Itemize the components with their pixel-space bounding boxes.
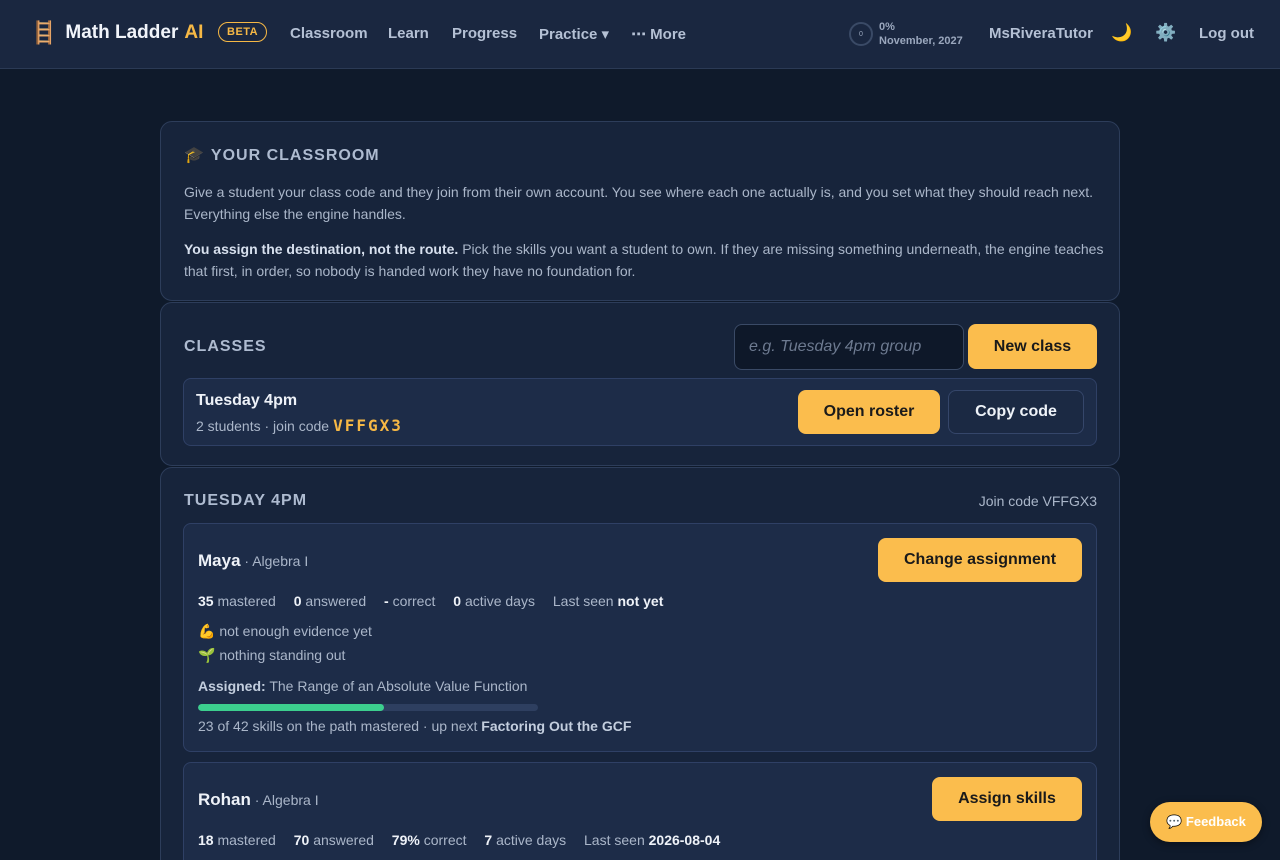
moon-icon[interactable]: 🌙 — [1111, 23, 1132, 43]
student-name: Maya · Algebra I — [198, 551, 309, 570]
open-roster-button[interactable]: Open roster — [798, 390, 940, 434]
nav-learn[interactable]: Learn — [388, 25, 429, 42]
class-list-item: Tuesday 4pm 2 students · join code VFFGX3… — [183, 378, 1097, 446]
nav-more[interactable]: ⋯ More — [631, 25, 686, 43]
nav-classroom[interactable]: Classroom — [290, 25, 368, 42]
user-profile-link[interactable]: MsRiveraTutor — [989, 25, 1093, 42]
feedback-button[interactable]: 💬 Feedback — [1150, 802, 1262, 842]
progress-summary: 0% November, 2027 — [879, 20, 963, 48]
beta-badge: BETA — [218, 22, 268, 42]
roster-title: TUESDAY 4PM — [184, 492, 308, 509]
new-class-name-input[interactable] — [734, 324, 964, 370]
student-name: Rohan · Algebra I — [198, 790, 319, 809]
classroom-intro-card: 🎓 YOUR CLASSROOM Give a student your clas… — [160, 121, 1120, 301]
progress-percent: 0% — [879, 21, 895, 33]
classes-title: CLASSES — [184, 338, 267, 355]
class-name: Tuesday 4pm — [196, 392, 298, 409]
nav-progress[interactable]: Progress — [452, 25, 517, 42]
nav-practice-dropdown[interactable]: Practice ▾ — [539, 25, 609, 43]
copy-code-button[interactable]: Copy code — [948, 390, 1084, 434]
growth-note: 🌱 nothing standing out — [198, 647, 346, 663]
change-assignment-button[interactable]: Change assignment — [878, 538, 1082, 582]
graduation-cap-icon: 🎓 — [184, 147, 205, 164]
student-card: Rohan · Algebra I Assign skills 18 maste… — [183, 762, 1097, 860]
intro-paragraph-2: You assign the destination, not the rout… — [184, 241, 1104, 279]
gear-icon[interactable]: ⚙️ — [1155, 23, 1176, 43]
path-progress-fill — [198, 704, 385, 711]
path-progress-text: 23 of 42 skills on the path mastered · u… — [198, 718, 632, 734]
ladder-icon: 🪜 — [30, 20, 58, 45]
strength-note: 💪 not enough evidence yet — [198, 623, 372, 639]
student-stats: 35 mastered 0 answered - correct 0 activ… — [198, 593, 664, 609]
assigned-skill: Assigned: The Range of an Absolute Value… — [198, 678, 528, 694]
brand-name: Math Ladder — [65, 22, 179, 43]
assign-skills-button[interactable]: Assign skills — [932, 777, 1082, 821]
brand-logo[interactable]: 🪜 Math Ladder AI — [30, 20, 203, 46]
new-class-button[interactable]: New class — [968, 324, 1097, 369]
join-code: VFFGX3 — [333, 416, 403, 435]
progress-date: November, 2027 — [879, 35, 963, 47]
classes-card: CLASSES New class Tuesday 4pm 2 students… — [160, 302, 1120, 466]
class-meta: 2 students · join code VFFGX3 — [196, 416, 403, 435]
top-nav: 🪜 Math Ladder AI BETA Classroom Learn Pr… — [0, 0, 1280, 69]
path-progress-bar — [198, 704, 538, 711]
class-roster-card: TUESDAY 4PM Join code VFFGX3 Maya · Alge… — [160, 467, 1120, 860]
intro-paragraph-1: Give a student your class code and they … — [184, 184, 1093, 222]
roster-join-code: Join code VFFGX3 — [978, 493, 1097, 509]
intro-title: 🎓 YOUR CLASSROOM — [184, 147, 380, 164]
student-card: Maya · Algebra I Change assignment 35 ma… — [183, 523, 1097, 752]
brand-ai: AI — [184, 22, 204, 43]
student-stats: 18 mastered 70 answered 79% correct 7 ac… — [198, 832, 721, 848]
logout-link[interactable]: Log out — [1199, 25, 1254, 42]
progress-ring: 0 — [849, 22, 873, 46]
